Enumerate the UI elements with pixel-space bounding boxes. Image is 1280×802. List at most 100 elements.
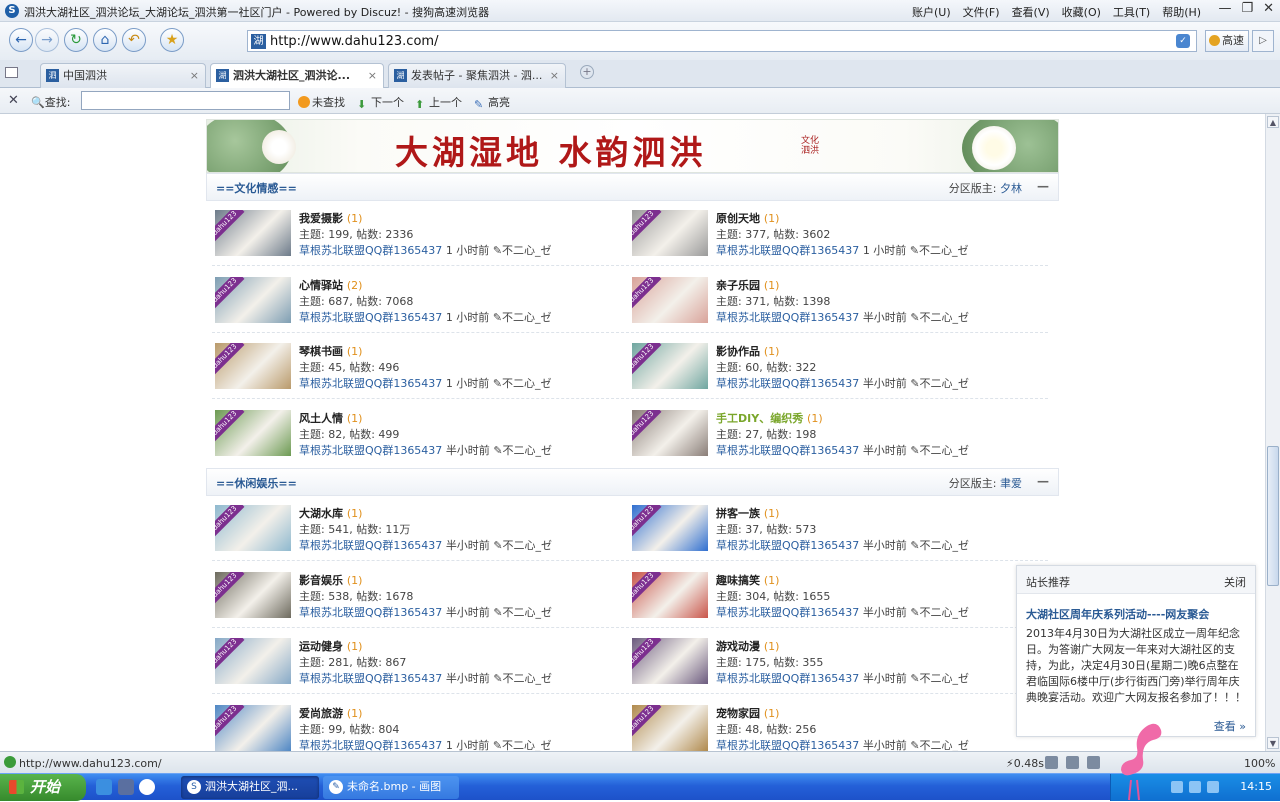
forum-name-text[interactable]: 影音娱乐 bbox=[299, 574, 343, 587]
last-post-user[interactable]: ✎不二心_ゼ bbox=[910, 672, 969, 685]
forum-name[interactable]: 心情驿站 (2) bbox=[299, 277, 362, 293]
forum-name-text[interactable]: 亲子乐园 bbox=[716, 279, 760, 292]
menu-file[interactable]: 文件(F) bbox=[963, 4, 1000, 20]
last-post-user[interactable]: ✎不二心_ゼ bbox=[910, 444, 969, 457]
last-post-user[interactable]: ✎不二心_ゼ bbox=[910, 244, 969, 257]
forum-name[interactable]: 大湖水库 (1) bbox=[299, 505, 362, 521]
menu-view[interactable]: 查看(V) bbox=[1012, 4, 1050, 20]
sidebar-toggle-icon[interactable] bbox=[5, 67, 18, 78]
start-button[interactable]: 开始 bbox=[0, 774, 86, 801]
screenshot-icon[interactable] bbox=[1045, 756, 1058, 769]
last-post-link[interactable]: 草根苏北联盟QQ群1365437 bbox=[716, 244, 859, 257]
moderator-link[interactable]: 聿爱 bbox=[1000, 477, 1022, 490]
last-post-user[interactable]: ✎不二心_ゼ bbox=[493, 444, 552, 457]
forum-name[interactable]: 手工DIY、编织秀 (1) bbox=[716, 410, 823, 426]
popup-more-link[interactable]: 查看 » bbox=[1214, 718, 1246, 734]
forum-name-text[interactable]: 爱尚旅游 bbox=[299, 707, 343, 720]
forum-thumbnail-image[interactable]: dahu123 bbox=[215, 571, 291, 618]
forum-thumbnail-image[interactable]: dahu123 bbox=[215, 704, 291, 751]
forum-name[interactable]: 游戏动漫 (1) bbox=[716, 638, 779, 654]
download-icon[interactable] bbox=[1087, 756, 1100, 769]
last-post-link[interactable]: 草根苏北联盟QQ群1365437 bbox=[716, 672, 859, 685]
forum-name-text[interactable]: 原创天地 bbox=[716, 212, 760, 225]
last-post-link[interactable]: 草根苏北联盟QQ群1365437 bbox=[716, 444, 859, 457]
maximize-button[interactable]: ❐ bbox=[1241, 1, 1253, 16]
forum-name[interactable]: 琴棋书画 (1) bbox=[299, 343, 362, 359]
menu-help[interactable]: 帮助(H) bbox=[1162, 4, 1201, 20]
tab-close-icon[interactable]: × bbox=[550, 64, 559, 87]
menu-tools[interactable]: 工具(T) bbox=[1113, 4, 1150, 20]
forum-name[interactable]: 风土人情 (1) bbox=[299, 410, 362, 426]
forum-name[interactable]: 影协作品 (1) bbox=[716, 343, 779, 359]
forum-name[interactable]: 我爱摄影 (1) bbox=[299, 210, 362, 226]
new-tab-button[interactable]: + bbox=[580, 65, 594, 79]
forum-thumbnail-image[interactable]: dahu123 bbox=[215, 210, 291, 256]
tab-post-thread[interactable]: 湖 发表帖子 - 聚焦泗洪 - 泗... × bbox=[388, 63, 566, 88]
collapse-button[interactable]: — bbox=[1037, 474, 1049, 488]
forum-name-text[interactable]: 手工DIY、编织秀 bbox=[716, 412, 803, 425]
last-post-link[interactable]: 草根苏北联盟QQ群1365437 bbox=[299, 739, 442, 752]
last-post-link[interactable]: 草根苏北联盟QQ群1365437 bbox=[299, 377, 442, 390]
forum-name-text[interactable]: 我爱摄影 bbox=[299, 212, 343, 225]
popup-headline-link[interactable]: 大湖社区周年庆系列活动----网友聚会 bbox=[1026, 606, 1209, 622]
last-post-user[interactable]: ✎不二心_ゼ bbox=[910, 606, 969, 619]
quicklaunch-sogou-icon[interactable] bbox=[139, 779, 155, 795]
last-post-user[interactable]: ✎不二心_ゼ bbox=[910, 739, 969, 752]
favorite-star-button[interactable]: ★ bbox=[160, 28, 184, 52]
forum-name[interactable]: 爱尚旅游 (1) bbox=[299, 705, 362, 721]
forum-thumbnail-image[interactable]: dahu123 bbox=[215, 343, 291, 389]
last-post-user[interactable]: ✎不二心_ゼ bbox=[493, 311, 552, 324]
scroll-up-arrow-icon[interactable]: ▲ bbox=[1267, 116, 1279, 128]
back-button[interactable]: ← bbox=[9, 28, 33, 52]
quicklaunch-app-icon[interactable] bbox=[118, 779, 134, 795]
vertical-scrollbar[interactable]: ▲ ▼ bbox=[1265, 114, 1280, 751]
forum-name-text[interactable]: 趣味搞笑 bbox=[716, 574, 760, 587]
tray-security-icon[interactable] bbox=[1207, 781, 1219, 793]
last-post-link[interactable]: 草根苏北联盟QQ群1365437 bbox=[299, 244, 442, 257]
find-prev-button[interactable]: ⬆ 上一个 bbox=[415, 94, 462, 111]
quicklaunch-browser-icon[interactable] bbox=[96, 779, 112, 795]
forum-thumbnail-image[interactable]: dahu123 bbox=[632, 704, 708, 751]
forum-thumbnail-image[interactable]: dahu123 bbox=[632, 638, 708, 684]
forum-thumbnail-image[interactable]: dahu123 bbox=[632, 409, 708, 456]
forum-name-text[interactable]: 琴棋书画 bbox=[299, 345, 343, 358]
tab-close-icon[interactable]: × bbox=[368, 64, 377, 87]
highlight-button[interactable]: ✎ 高亮 bbox=[474, 94, 510, 111]
forum-thumbnail-image[interactable]: dahu123 bbox=[632, 343, 708, 389]
refresh-button[interactable]: ↻ bbox=[64, 28, 88, 52]
last-post-link[interactable]: 草根苏北联盟QQ群1365437 bbox=[716, 377, 859, 390]
forum-thumbnail-image[interactable]: dahu123 bbox=[215, 638, 291, 684]
minimize-button[interactable]: — bbox=[1218, 1, 1231, 16]
findbar-close-button[interactable]: ✕ bbox=[8, 93, 19, 108]
last-post-user[interactable]: ✎不二心_ゼ bbox=[493, 377, 552, 390]
forum-name[interactable]: 趣味搞笑 (1) bbox=[716, 572, 779, 588]
scroll-down-arrow-icon[interactable]: ▼ bbox=[1267, 737, 1279, 749]
forum-name[interactable]: 宠物家园 (1) bbox=[716, 705, 779, 721]
menu-account[interactable]: 账户(U) bbox=[912, 4, 951, 20]
close-window-button[interactable]: ✕ bbox=[1263, 1, 1274, 16]
last-post-user[interactable]: ✎不二心_ゼ bbox=[493, 672, 552, 685]
last-post-link[interactable]: 草根苏北联盟QQ群1365437 bbox=[299, 444, 442, 457]
address-bar[interactable]: 湖 http://www.dahu123.com/ ✓ bbox=[247, 30, 1197, 52]
forward-button[interactable]: → bbox=[35, 28, 59, 52]
popup-close-button[interactable]: 关闭 bbox=[1224, 574, 1246, 590]
speed-mode-button[interactable]: 高速 bbox=[1205, 30, 1249, 52]
tab-dahu-community[interactable]: 湖 泗洪大湖社区_泗洪论... × bbox=[210, 63, 384, 89]
last-post-user[interactable]: ✎不二心_ゼ bbox=[910, 311, 969, 324]
last-post-user[interactable]: ✎不二心_ゼ bbox=[910, 539, 969, 552]
last-post-link[interactable]: 草根苏北联盟QQ群1365437 bbox=[716, 311, 859, 324]
security-shield-icon[interactable]: ✓ bbox=[1176, 34, 1190, 48]
forum-name-text[interactable]: 运动健身 bbox=[299, 640, 343, 653]
forum-name-text[interactable]: 心情驿站 bbox=[299, 279, 343, 292]
forum-thumbnail-image[interactable]: dahu123 bbox=[215, 276, 291, 323]
tab-close-icon[interactable]: × bbox=[190, 64, 199, 87]
menu-favorites[interactable]: 收藏(O) bbox=[1062, 4, 1101, 20]
tray-network-icon[interactable] bbox=[1171, 781, 1183, 793]
forum-thumbnail-image[interactable]: dahu123 bbox=[215, 409, 291, 456]
forum-thumbnail-image[interactable]: dahu123 bbox=[632, 276, 708, 323]
last-post-link[interactable]: 草根苏北联盟QQ群1365437 bbox=[716, 539, 859, 552]
last-post-user[interactable]: ✎不二心_ゼ bbox=[493, 739, 552, 752]
go-button[interactable]: ▷ bbox=[1252, 30, 1274, 52]
moderator-link[interactable]: 夕林 bbox=[1000, 182, 1022, 195]
undo-button[interactable]: ↶ bbox=[122, 28, 146, 52]
